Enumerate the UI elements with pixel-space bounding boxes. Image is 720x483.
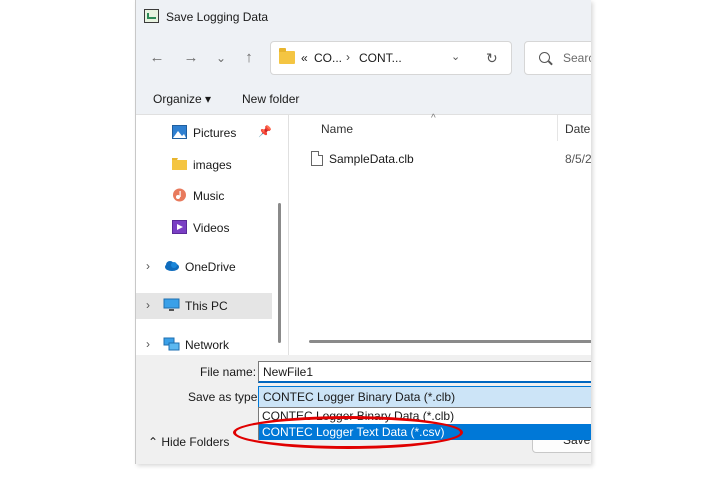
videos-icon xyxy=(172,220,187,234)
pictures-icon xyxy=(172,125,187,139)
sort-ascending-icon: ^ xyxy=(431,113,436,124)
expand-chevron-icon[interactable]: › xyxy=(146,298,150,312)
refresh-icon[interactable]: ↻ xyxy=(486,50,498,67)
pin-icon[interactable]: 📌 xyxy=(258,125,272,138)
save-as-type-label: Save as type: xyxy=(188,390,261,404)
breadcrumb-item[interactable]: CO... xyxy=(314,51,342,65)
expand-chevron-icon[interactable]: › xyxy=(146,337,150,351)
cloud-icon xyxy=(165,261,179,271)
file-list-pane: ^ Name Date SampleData.clb 8/5/2 xyxy=(289,113,591,355)
sidebar-item-label: Pictures xyxy=(193,126,237,140)
window-title: Save Logging Data xyxy=(166,10,269,24)
sidebar-item-label: images xyxy=(193,158,232,172)
recent-locations-chevron-icon[interactable]: ⌄ xyxy=(212,49,230,67)
sidebar-item-onedrive[interactable]: › OneDrive xyxy=(136,254,272,280)
sidebar-item-images[interactable]: images xyxy=(136,152,272,178)
sidebar-scrollbar[interactable] xyxy=(278,203,281,343)
music-icon xyxy=(173,188,186,202)
hide-folders-button[interactable]: ⌃ Hide Folders xyxy=(148,435,229,449)
search-icon xyxy=(539,52,550,63)
highlight-annotation-ellipse xyxy=(233,416,463,449)
save-as-type-select[interactable]: CONTEC Logger Binary Data (*.clb) xyxy=(258,386,591,408)
file-name-field[interactable] xyxy=(258,361,591,383)
sidebar-item-label: Network xyxy=(185,338,230,352)
computer-icon xyxy=(163,298,180,311)
new-folder-button[interactable]: New folder xyxy=(242,92,299,106)
organize-button[interactable]: Organize ▾ xyxy=(153,92,211,106)
breadcrumb-separator-icon: › xyxy=(346,50,350,64)
horizontal-scrollbar[interactable] xyxy=(309,340,591,343)
navigation-pane: Pictures 📌 images Music Videos › OneDriv… xyxy=(136,115,288,355)
search-box[interactable]: Searc xyxy=(524,41,591,75)
sidebar-item-label: Videos xyxy=(193,221,230,235)
sidebar-item-label: This PC xyxy=(185,299,228,313)
file-date: 8/5/2 xyxy=(565,152,591,166)
file-name-label: File name: xyxy=(200,365,257,379)
sidebar-item-videos[interactable]: Videos xyxy=(136,215,272,241)
expand-chevron-icon[interactable]: › xyxy=(146,259,150,273)
sidebar-item-label: OneDrive xyxy=(185,260,236,274)
breadcrumb-item[interactable]: CONT... xyxy=(359,51,402,65)
file-row[interactable]: SampleData.clb 8/5/2 xyxy=(289,148,591,170)
title-bar: Save Logging Data xyxy=(136,0,591,34)
column-header-date[interactable]: Date xyxy=(565,122,590,136)
network-icon xyxy=(163,337,180,351)
navigation-bar: ← → ⌄ ↑ « CO... › CONT... ⌄ ↻ Searc xyxy=(136,34,591,82)
folder-icon xyxy=(279,48,295,64)
column-separator[interactable] xyxy=(557,115,558,141)
sidebar-item-pictures[interactable]: Pictures 📌 xyxy=(136,120,272,146)
address-bar[interactable]: « CO... › CONT... ⌄ ↻ xyxy=(270,41,512,75)
save-dialog: Save Logging Data ← → ⌄ ↑ « CO... › CONT… xyxy=(135,0,591,464)
file-icon xyxy=(311,151,323,166)
column-header-name[interactable]: Name xyxy=(321,122,353,136)
back-arrow-icon[interactable]: ← xyxy=(148,49,166,67)
sidebar-item-this-pc[interactable]: › This PC xyxy=(136,293,272,319)
file-name: SampleData.clb xyxy=(329,152,414,166)
sidebar-item-label: Music xyxy=(193,189,225,203)
app-logo-icon xyxy=(144,9,159,23)
forward-arrow-icon[interactable]: → xyxy=(182,49,200,67)
sidebar-item-music[interactable]: Music xyxy=(136,183,272,209)
up-arrow-icon[interactable]: ↑ xyxy=(240,49,258,67)
command-bar: Organize ▾ New folder xyxy=(136,82,591,115)
breadcrumb-overflow[interactable]: « xyxy=(301,51,308,65)
folder-icon xyxy=(172,158,187,170)
search-placeholder: Searc xyxy=(563,51,591,65)
address-dropdown-icon[interactable]: ⌄ xyxy=(451,50,460,63)
